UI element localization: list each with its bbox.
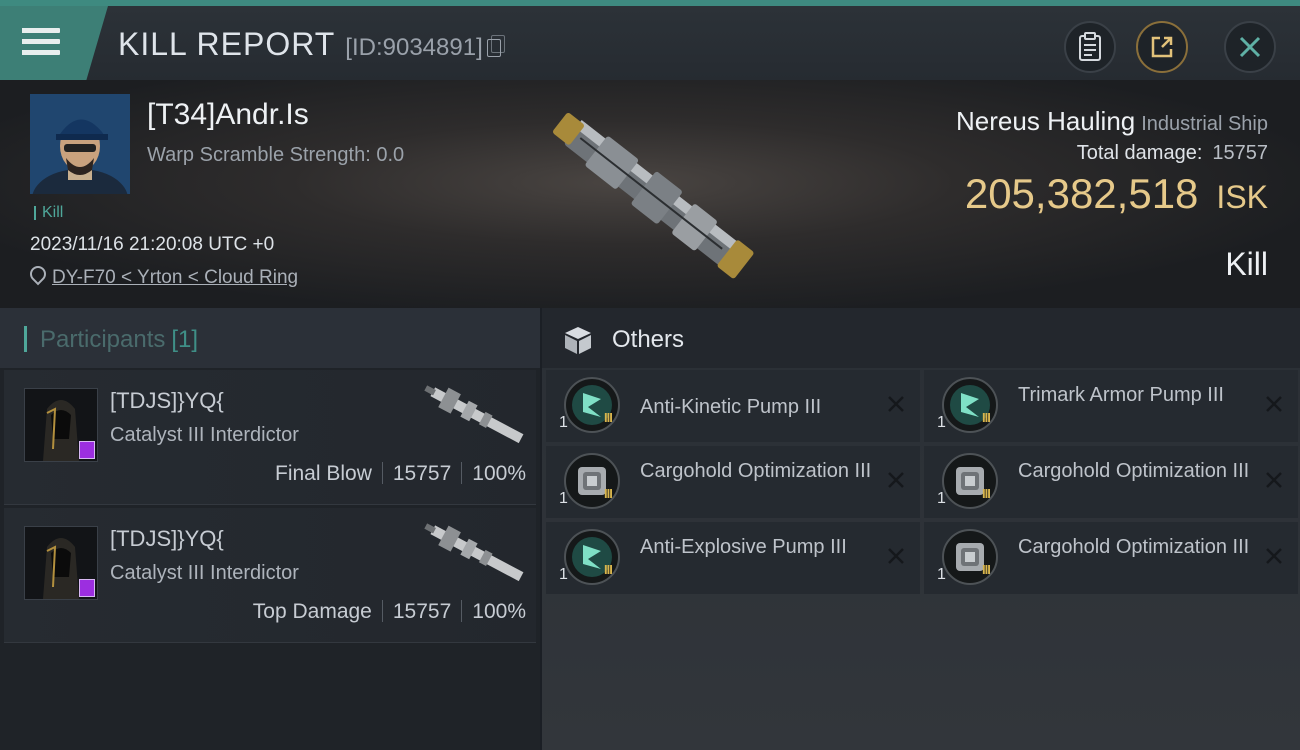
kill-tag: Kill <box>34 205 63 221</box>
destroyed-icon <box>888 472 904 488</box>
weapon-icon <box>424 523 524 582</box>
item-name: Trimark Armor Pump III <box>1018 384 1224 406</box>
warp-scramble-strength: Warp Scramble Strength: 0.0 <box>147 144 405 166</box>
item-name: Cargohold Optimization III <box>1018 460 1250 482</box>
participant-role: Final Blow <box>275 462 372 485</box>
item-name: Anti-Explosive Pump III <box>640 536 847 558</box>
top-bar: KILL REPORT [ID:9034891] <box>0 0 1300 80</box>
participant-ship: Catalyst III Interdictor <box>110 562 299 584</box>
participants-panel: Participants [1] [TDJS]}YQ{ Catalyst III … <box>0 308 540 750</box>
weapon-icon <box>424 385 524 444</box>
clipboard-button[interactable] <box>1064 21 1116 73</box>
item-name: Anti-Kinetic Pump III <box>640 396 822 418</box>
close-icon <box>1239 36 1261 58</box>
victim-avatar[interactable] <box>30 94 130 194</box>
destroyed-icon <box>1266 396 1282 412</box>
participant-row[interactable]: [TDJS]}YQ{ Catalyst III Interdictor Fina… <box>4 370 536 505</box>
report-id: [ID:9034891] <box>345 34 483 61</box>
participants-tab[interactable]: Participants [1] <box>0 308 540 368</box>
copy-icon[interactable] <box>486 35 505 57</box>
destroyed-icon <box>1266 472 1282 488</box>
location-pin-icon <box>26 262 50 286</box>
ship-image <box>553 112 754 279</box>
participant-damage: 15757 <box>392 462 452 485</box>
item-name: Cargohold Optimization III <box>1018 536 1250 558</box>
item-slot[interactable]: 1 III Cargohold Optimization III <box>546 446 920 518</box>
cargo-box-icon <box>565 327 591 354</box>
page-title: KILL REPORT [ID:9034891] <box>118 26 505 63</box>
clipboard-icon <box>1079 32 1101 61</box>
item-name: Cargohold Optimization III <box>640 460 872 482</box>
participant-name[interactable]: [TDJS]}YQ{ <box>110 526 224 552</box>
location-link[interactable]: DY-F70 < Yrton < Cloud Ring <box>26 262 298 289</box>
destroyed-icon <box>1266 548 1282 564</box>
others-header: Others <box>542 308 1300 368</box>
kill-timestamp: 2023/11/16 21:20:08 UTC +0 <box>30 234 275 255</box>
participant-portrait[interactable] <box>24 388 98 462</box>
kill-result: Kill <box>1225 246 1268 282</box>
participant-name[interactable]: [TDJS]}YQ{ <box>110 388 224 414</box>
item-slot[interactable]: 1 III Cargohold Optimization III <box>924 522 1298 594</box>
participant-percent: 100% <box>472 462 526 485</box>
participant-stats: Top Damage 15757 100% <box>253 600 526 624</box>
close-button[interactable] <box>1224 21 1276 73</box>
item-slot[interactable]: 1 III Anti-Explosive Pump III <box>546 522 920 594</box>
item-slot[interactable]: 1 III Trimark Armor Pump III <box>924 370 1298 442</box>
isk-value: 205,382,518 ISK <box>964 170 1268 217</box>
share-icon <box>1151 36 1173 58</box>
alert-badge <box>79 579 95 597</box>
participant-ship: Catalyst III Interdictor <box>110 424 299 446</box>
participant-portrait[interactable] <box>24 526 98 600</box>
alert-badge <box>79 441 95 459</box>
share-button[interactable] <box>1136 21 1188 73</box>
others-panel: Others 1 III Anti-Kinetic Pump III 1 III… <box>542 308 1300 750</box>
destroyed-icon <box>888 548 904 564</box>
participant-damage: 15757 <box>392 600 452 623</box>
victim-header: [T34]Andr.Is Warp Scramble Strength: 0.0… <box>0 80 1300 308</box>
total-damage: Total damage: 15757 <box>1076 142 1268 164</box>
participant-stats: Final Blow 15757 100% <box>275 462 526 486</box>
victim-name[interactable]: [T34]Andr.Is <box>147 98 309 132</box>
ship-name[interactable]: Nereus Hauling Industrial Ship <box>956 106 1268 137</box>
menu-button[interactable] <box>0 6 108 80</box>
participant-percent: 100% <box>472 600 526 623</box>
item-slot[interactable]: 1 III Anti-Kinetic Pump III <box>546 370 920 442</box>
item-slot[interactable]: 1 III Cargohold Optimization III <box>924 446 1298 518</box>
destroyed-icon <box>888 396 904 412</box>
participant-role: Top Damage <box>252 600 372 623</box>
participant-row[interactable]: [TDJS]}YQ{ Catalyst III Interdictor Top … <box>4 508 536 643</box>
